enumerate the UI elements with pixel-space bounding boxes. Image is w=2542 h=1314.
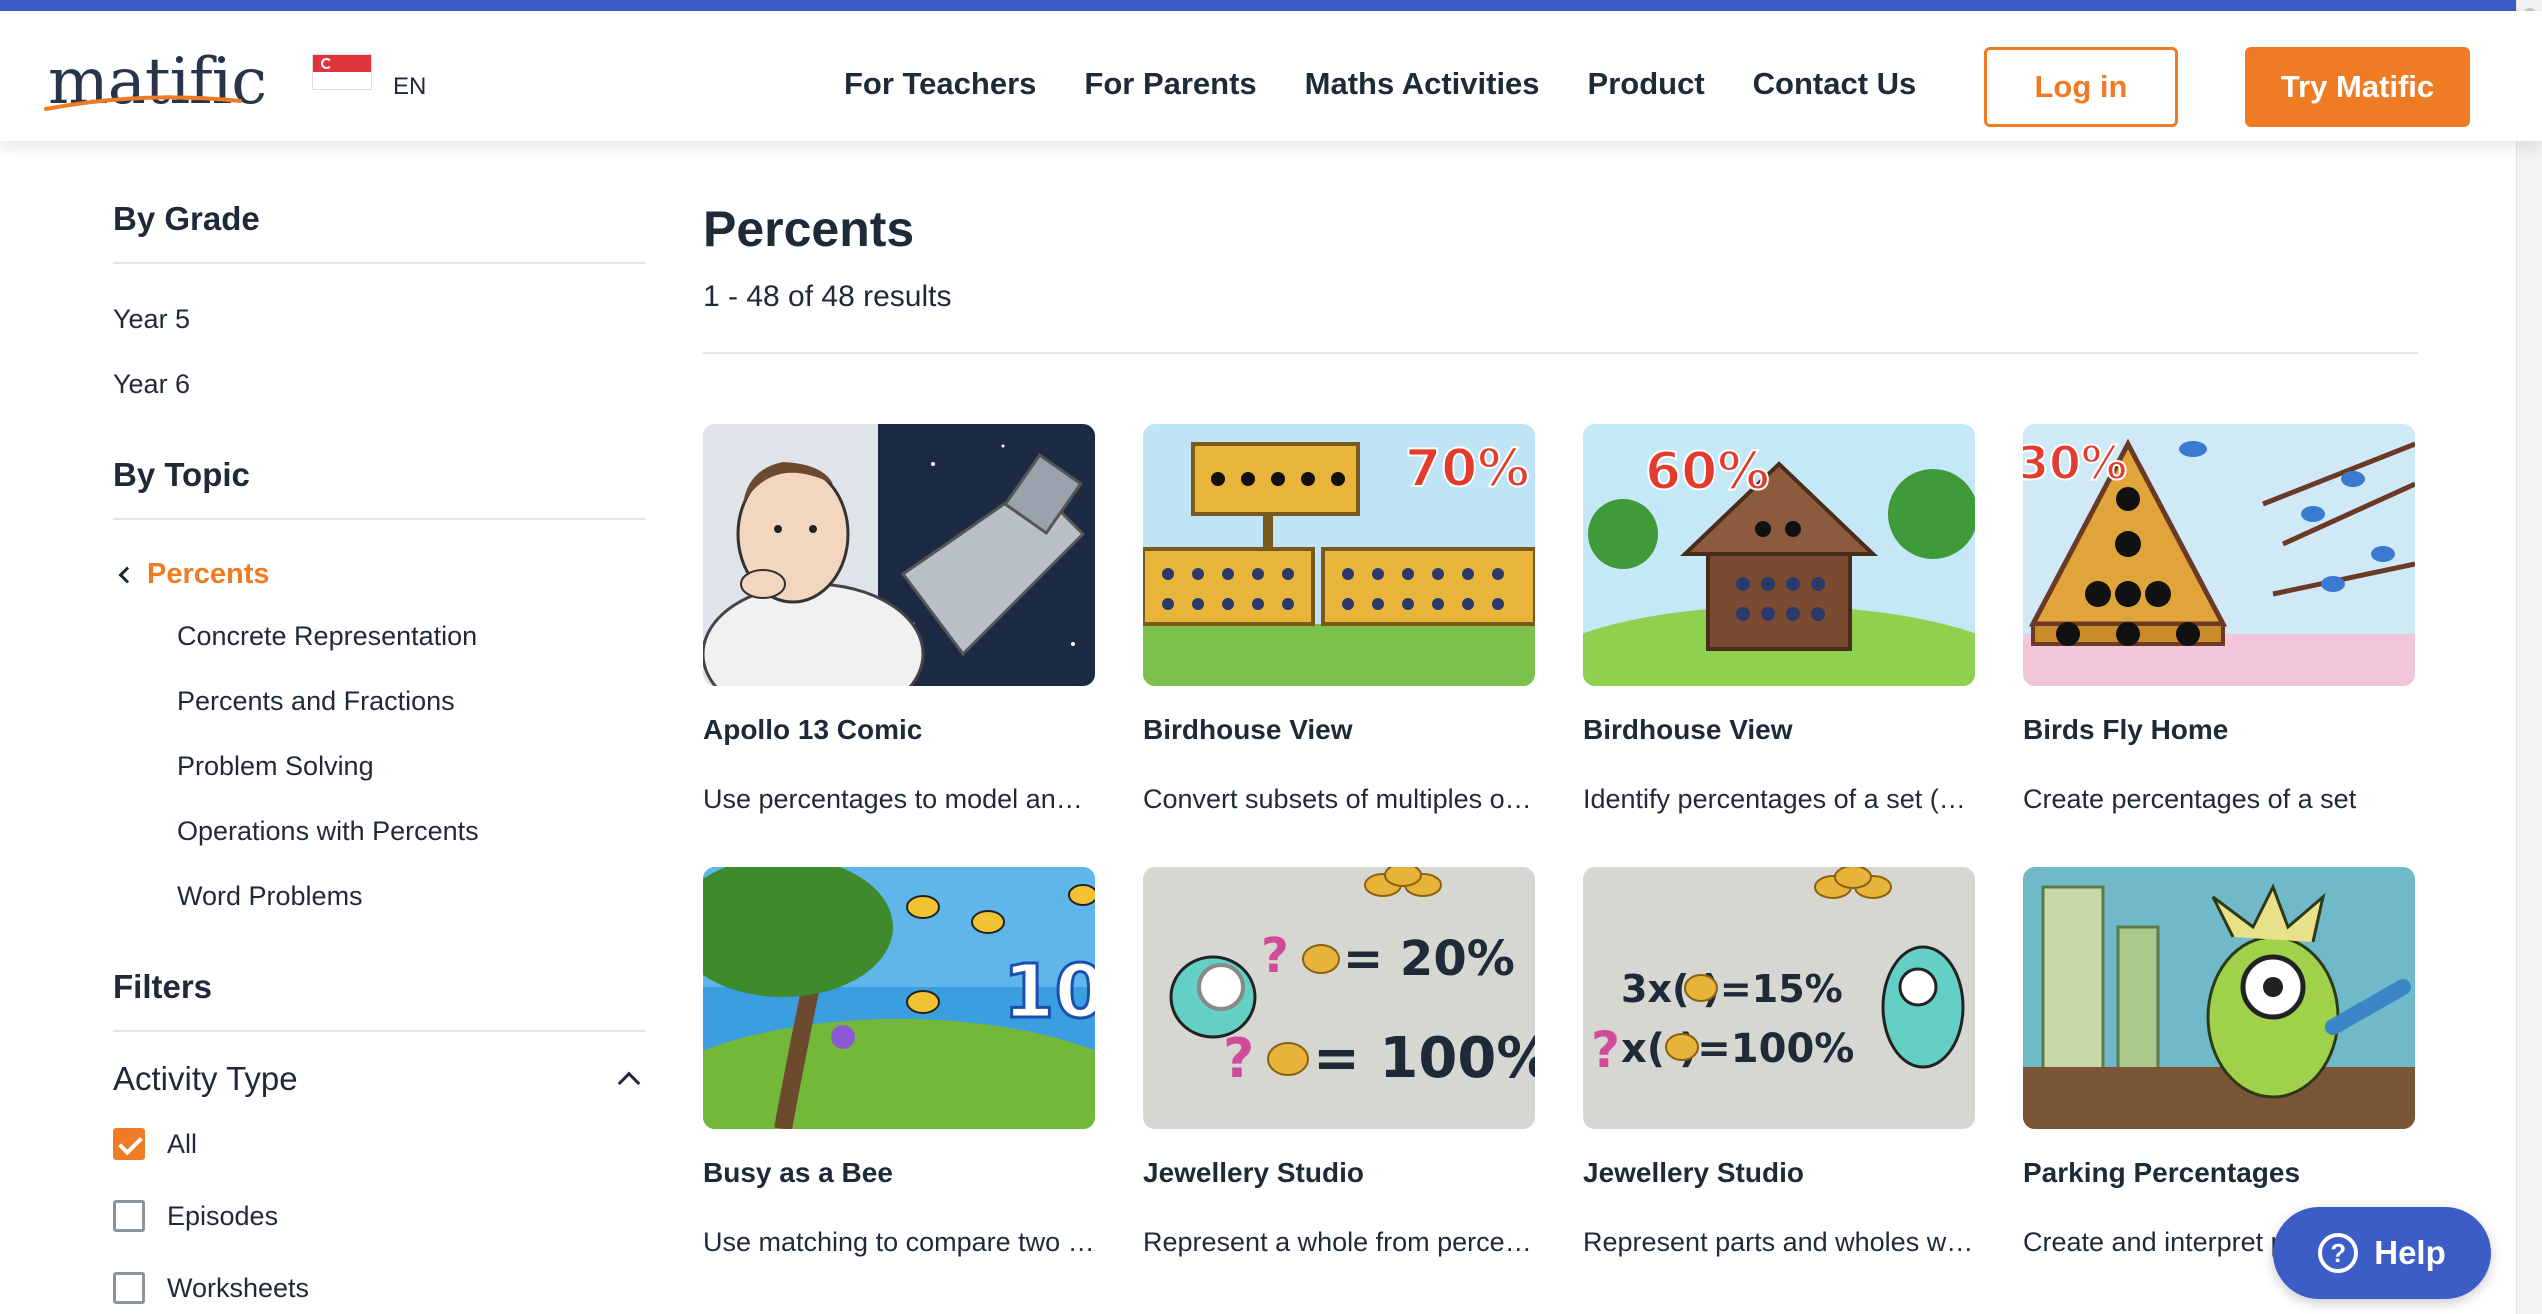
svg-text:?: ? [1261, 928, 1289, 984]
page-title: Percents [703, 201, 915, 257]
activity-title: Apollo 13 Comic [703, 714, 923, 745]
svg-text:3x( )=15%: 3x( )=15% [1621, 967, 1843, 1011]
filter-worksheets-label: Worksheets [167, 1272, 310, 1303]
subtopic-concrete-representation[interactable]: Concrete Representation [177, 621, 645, 652]
logo-swoosh-icon [44, 95, 242, 111]
activity-thumbnail-busy-bee: 10 [703, 867, 1095, 1129]
language-selector[interactable]: EN [393, 73, 426, 101]
activity-type-toggle[interactable]: Activity Type [113, 1060, 645, 1098]
activity-description: Create percentages of a set [2023, 784, 2357, 814]
divider [113, 1030, 645, 1032]
divider [113, 518, 645, 520]
filters-heading: Filters [113, 968, 213, 1005]
activity-card[interactable]: Apollo 13 Comic Use percentages to model… [703, 424, 1095, 815]
by-grade-heading: By Grade [113, 200, 260, 237]
svg-text:10: 10 [1003, 949, 1095, 1035]
active-topic-label: Percents [147, 558, 270, 590]
checkbox-checked[interactable] [113, 1128, 145, 1160]
activity-description: Represent parts and wholes with percenta… [1583, 1227, 1975, 1257]
filter-all-checkbox[interactable]: All [113, 1128, 645, 1160]
activity-card[interactable]: Parking Percentages Create and interpret… [2023, 867, 2415, 1258]
activity-results: Percents 1 - 48 of 48 results Apollo 13 … [703, 200, 2418, 1257]
grade-link-year-5[interactable]: Year 5 [113, 304, 645, 335]
activity-title: Birds Fly Home [2023, 714, 2229, 745]
svg-text:60%: 60% [1645, 442, 1769, 502]
question-mark-icon: ? [2318, 1233, 2359, 1273]
filter-all-label: All [167, 1128, 198, 1159]
activity-title: Parking Percentages [2023, 1157, 2301, 1188]
activity-thumbnail-birdhouse-70: 70% [1143, 424, 1535, 686]
filter-episodes-checkbox[interactable]: Episodes [113, 1200, 645, 1232]
filter-sidebar: By Grade Year 5 Year 6 By Topic Percents… [113, 200, 645, 1304]
activity-description: Identify percentages of a set (simple fr… [1583, 784, 1975, 814]
activity-thumbnail-apollo [703, 424, 1095, 686]
subtopic-problem-solving[interactable]: Problem Solving [177, 751, 645, 782]
by-topic-heading: By Topic [113, 456, 250, 493]
nav-for-teachers[interactable]: For Teachers [844, 66, 1036, 102]
activity-thumbnail-birdhouse-60: 60% [1583, 424, 1975, 686]
subtopic-operations-with-percents[interactable]: Operations with Percents [177, 816, 645, 847]
activity-card[interactable]: 10 Busy as a Bee Use matching to compare… [703, 867, 1095, 1258]
activity-title: Birdhouse View [1143, 714, 1353, 745]
checkbox-unchecked[interactable] [113, 1200, 145, 1232]
activity-card[interactable]: 30% Birds Fly Home Create percentages of… [2023, 424, 2415, 815]
activity-title: Birdhouse View [1583, 714, 1793, 745]
site-header: matific EN For Teachers For Parents Math… [0, 11, 2542, 141]
nav-for-parents[interactable]: For Parents [1084, 66, 1256, 102]
singapore-flag-icon[interactable] [312, 54, 372, 90]
subtopic-word-problems[interactable]: Word Problems [177, 881, 645, 912]
activity-thumbnail-jewellery-1: ? = 20% ? = 100% [1143, 867, 1535, 1129]
activity-card[interactable]: 70% Birdhouse View Convert subsets of mu… [1143, 424, 1535, 815]
nav-maths-activities[interactable]: Maths Activities [1305, 66, 1540, 102]
activity-thumbnail-jewellery-2: 3x( )=15% ? x( )=100% [1583, 867, 1975, 1129]
activity-card[interactable]: 3x( )=15% ? x( )=100% Jewellery Studio R… [1583, 867, 1975, 1258]
divider [113, 262, 645, 264]
filter-worksheets-checkbox[interactable]: Worksheets [113, 1272, 645, 1304]
help-button[interactable]: ? Help [2273, 1207, 2491, 1299]
activity-thumbnail-birds-fly-home: 30% [2023, 424, 2415, 686]
chevron-up-icon[interactable] [617, 1071, 641, 1095]
svg-text:70%: 70% [1405, 439, 1529, 499]
activity-card[interactable]: ? = 20% ? = 100% Jewellery Studio Repres… [1143, 867, 1535, 1258]
topic-back-percents[interactable]: Percents [113, 558, 645, 591]
activity-description: Use matching to compare two percentages [703, 1227, 1095, 1257]
matific-logo[interactable]: matific [40, 35, 267, 125]
grade-link-year-6[interactable]: Year 6 [113, 369, 645, 400]
activity-title: Jewellery Studio [1143, 1157, 1364, 1188]
activity-title: Busy as a Bee [703, 1157, 893, 1188]
main-nav: For Teachers For Parents Maths Activitie… [844, 66, 1916, 102]
svg-text:?: ? [1591, 1021, 1620, 1079]
activity-type-label: Activity Type [113, 1060, 298, 1097]
activity-title: Jewellery Studio [1583, 1157, 1804, 1188]
svg-text:= 20%: = 20% [1343, 931, 1515, 987]
divider [703, 352, 2418, 354]
results-count: 1 - 48 of 48 results [703, 280, 952, 313]
subtopic-percents-and-fractions[interactable]: Percents and Fractions [177, 686, 645, 717]
checkbox-unchecked[interactable] [113, 1272, 145, 1304]
nav-contact-us[interactable]: Contact Us [1753, 66, 1917, 102]
activity-grid: Apollo 13 Comic Use percentages to model… [703, 424, 2415, 1258]
activity-thumbnail-parking [2023, 867, 2415, 1129]
try-matific-button[interactable]: Try Matific [2245, 47, 2470, 127]
activity-description: Use percentages to model and solve probl… [703, 784, 1095, 814]
chevron-left-icon [118, 566, 136, 583]
svg-text:30%: 30% [2023, 436, 2127, 490]
login-button[interactable]: Log in [1984, 47, 2178, 127]
activity-description: Represent a whole from percentages [1143, 1227, 1535, 1257]
svg-text:= 100%: = 100% [1313, 1026, 1535, 1091]
svg-text:x( )=100%: x( )=100% [1621, 1026, 1854, 1072]
help-label: Help [2374, 1234, 2446, 1271]
page-scrollbar[interactable] [2516, 0, 2542, 1314]
nav-product[interactable]: Product [1588, 66, 1705, 102]
activity-description: Convert subsets of multiples of ten to p… [1143, 784, 1535, 814]
activity-card[interactable]: 60% Birdhouse View Identify percentages … [1583, 424, 1975, 815]
top-accent-stripe [0, 0, 2542, 11]
filter-episodes-label: Episodes [167, 1200, 279, 1231]
svg-text:?: ? [1223, 1027, 1254, 1090]
